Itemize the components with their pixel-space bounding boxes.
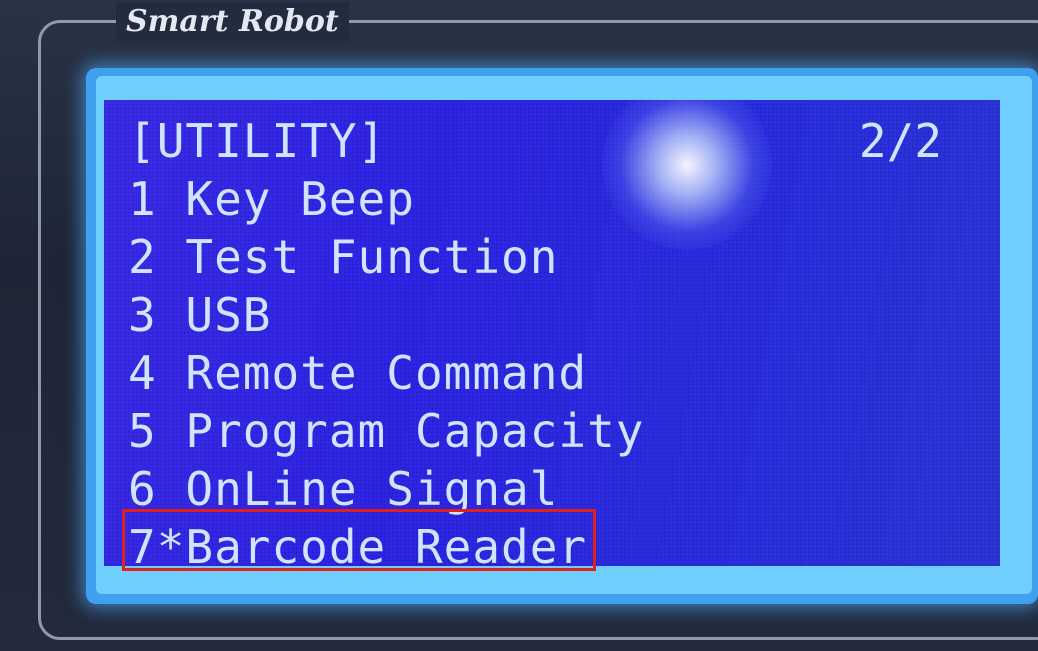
menu-item-remote-command[interactable]: 4 Remote Command [128,344,587,402]
brand-logo: Smart Robot [116,2,349,42]
teach-pendant: Smart Robot [UTILITY] 2/2 1 Key Beep 2 T… [0,0,1038,651]
light-glare [602,100,772,250]
menu-item-usb[interactable]: 3 USB [128,286,271,344]
menu-item-program-capacity[interactable]: 5 Program Capacity [128,402,645,460]
menu-item-test-function[interactable]: 2 Test Function [128,228,558,286]
lcd-screen: [UTILITY] 2/2 1 Key Beep 2 Test Function… [104,100,1000,566]
menu-title: [UTILITY] [128,114,387,168]
selection-highlight-box [122,509,596,571]
menu-item-key-beep[interactable]: 1 Key Beep [128,170,415,228]
page-indicator: 2/2 [858,114,942,168]
